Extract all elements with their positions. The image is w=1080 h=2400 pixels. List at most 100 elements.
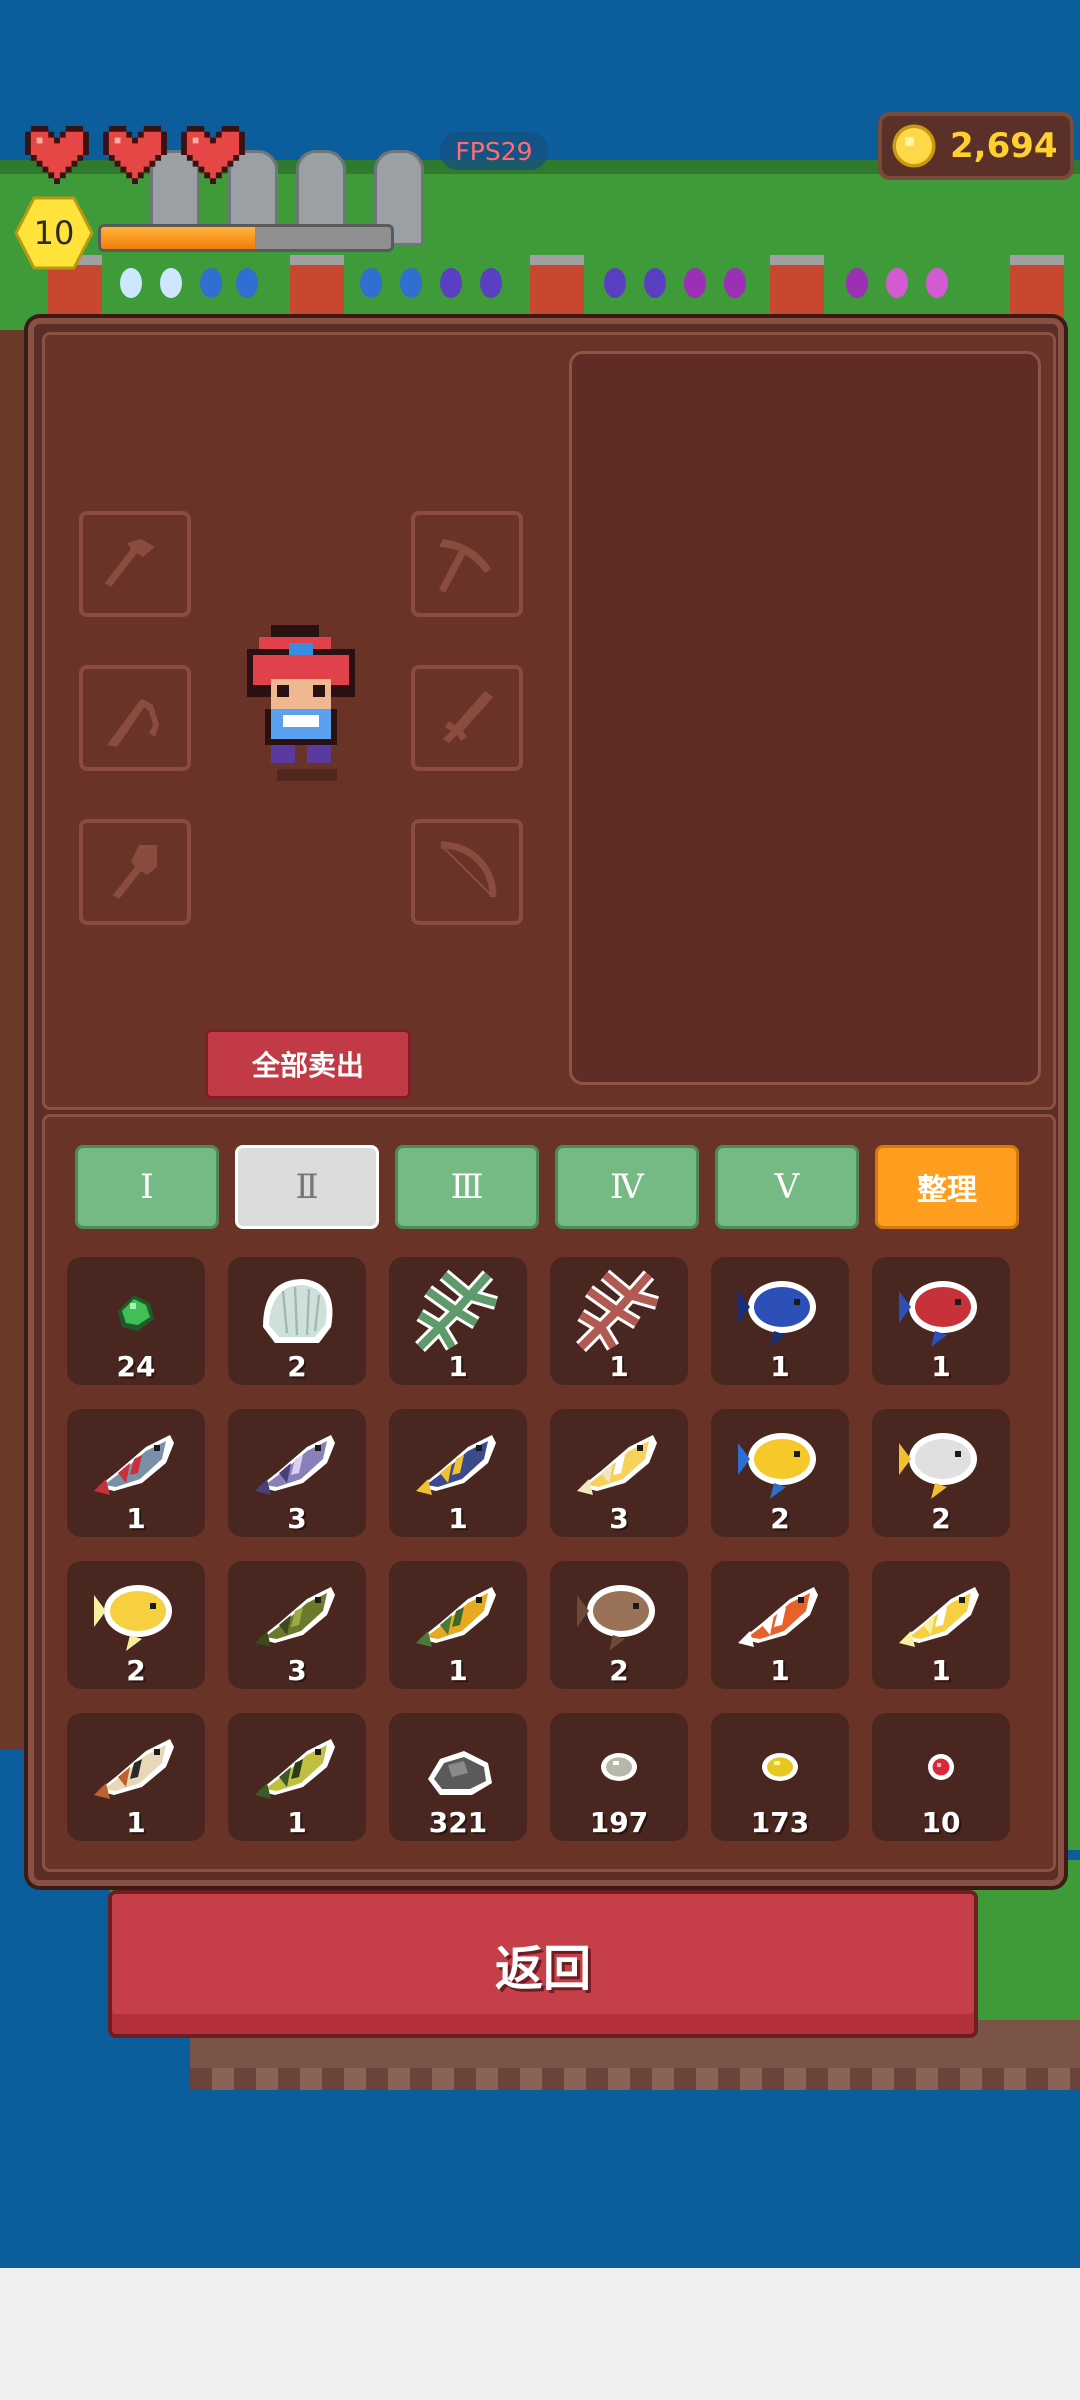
item-count: 1 bbox=[448, 1654, 468, 1687]
inventory-slot[interactable]: 2 bbox=[872, 1409, 1010, 1537]
flower bbox=[644, 268, 666, 298]
yellow-puffer-fish-icon bbox=[86, 1571, 186, 1657]
item-count: 2 bbox=[287, 1350, 307, 1383]
brown-fish-icon bbox=[569, 1571, 669, 1657]
inventory-slot[interactable]: 3 bbox=[228, 1409, 366, 1537]
sort-button[interactable]: 整理 bbox=[875, 1145, 1019, 1229]
item-count: 3 bbox=[287, 1654, 307, 1687]
flower bbox=[440, 268, 462, 298]
axe-slot[interactable] bbox=[79, 511, 191, 617]
xp-progress-bar bbox=[98, 224, 394, 252]
striped-fish-icon bbox=[86, 1723, 186, 1809]
golden-fish-icon bbox=[569, 1419, 669, 1505]
inventory-slot[interactable]: 1 bbox=[228, 1713, 366, 1841]
tab-page-2[interactable]: Ⅱ bbox=[235, 1145, 379, 1229]
wall bbox=[0, 330, 30, 1750]
flower bbox=[160, 268, 182, 298]
blue-fish-icon bbox=[730, 1267, 830, 1353]
equipment-section: 全部卖出 bbox=[42, 332, 1056, 1110]
inventory-slot[interactable]: 1 bbox=[67, 1713, 205, 1841]
inventory-slot[interactable]: 2 bbox=[228, 1257, 366, 1385]
item-count: 1 bbox=[287, 1806, 307, 1839]
item-count: 1 bbox=[126, 1502, 146, 1535]
red-fish-icon bbox=[891, 1267, 991, 1353]
swordfish-icon bbox=[86, 1419, 186, 1505]
flower bbox=[360, 268, 382, 298]
xp-progress-fill bbox=[101, 227, 255, 249]
inventory-slot[interactable]: 3 bbox=[550, 1409, 688, 1537]
flower bbox=[724, 268, 746, 298]
clownfish-icon bbox=[730, 1571, 830, 1657]
bow-icon bbox=[440, 841, 497, 898]
system-nav-bar bbox=[0, 2268, 1080, 2400]
flower bbox=[846, 268, 868, 298]
fishing-rod-slot[interactable] bbox=[79, 665, 191, 771]
item-count: 1 bbox=[770, 1350, 790, 1383]
yellow-dart-fish-icon bbox=[408, 1419, 508, 1505]
inventory-section: Ⅰ Ⅱ Ⅲ Ⅳ Ⅴ 整理 24 2 1 1 1 1 1 3 1 3 2 2 2 … bbox=[42, 1114, 1056, 1872]
inventory-slot[interactable]: 321 bbox=[389, 1713, 527, 1841]
item-count: 1 bbox=[126, 1806, 146, 1839]
item-count: 1 bbox=[448, 1502, 468, 1535]
tab-page-4[interactable]: Ⅳ bbox=[555, 1145, 699, 1229]
inventory-slot[interactable]: 2 bbox=[67, 1561, 205, 1689]
inventory-slot[interactable]: 24 bbox=[67, 1257, 205, 1385]
inventory-slot[interactable]: 173 bbox=[711, 1713, 849, 1841]
item-count: 1 bbox=[931, 1654, 951, 1687]
inventory-slot[interactable]: 1 bbox=[711, 1257, 849, 1385]
tab-page-3[interactable]: Ⅲ bbox=[395, 1145, 539, 1229]
heart-icon bbox=[24, 126, 90, 184]
sell-all-button[interactable]: 全部卖出 bbox=[205, 1029, 411, 1099]
pickaxe-icon bbox=[439, 539, 491, 593]
white-fish-icon bbox=[891, 1419, 991, 1505]
item-count: 3 bbox=[287, 1502, 307, 1535]
flower bbox=[480, 268, 502, 298]
silver-nugget-icon bbox=[569, 1723, 669, 1809]
player-character bbox=[247, 625, 355, 781]
axe-icon bbox=[105, 539, 155, 587]
inventory-slot[interactable]: 1 bbox=[389, 1409, 527, 1537]
flower bbox=[684, 268, 706, 298]
inventory-slot[interactable]: 1 bbox=[711, 1561, 849, 1689]
inventory-slot[interactable]: 1 bbox=[872, 1257, 1010, 1385]
green-gem-icon bbox=[86, 1267, 186, 1353]
item-count: 24 bbox=[116, 1350, 156, 1383]
back-button[interactable]: 返回 bbox=[108, 1890, 978, 2038]
inventory-slot[interactable]: 1 bbox=[389, 1257, 527, 1385]
fishing-rod-icon bbox=[107, 699, 159, 747]
inventory-slot[interactable]: 3 bbox=[228, 1561, 366, 1689]
item-count: 1 bbox=[609, 1350, 629, 1383]
health-hearts bbox=[24, 126, 246, 184]
tab-page-1[interactable]: Ⅰ bbox=[75, 1145, 219, 1229]
sword-slot[interactable] bbox=[411, 665, 523, 771]
item-count: 173 bbox=[750, 1806, 810, 1839]
item-count: 2 bbox=[126, 1654, 146, 1687]
tab-page-5[interactable]: Ⅴ bbox=[715, 1145, 859, 1229]
coin-amount: 2,694 bbox=[950, 126, 1058, 166]
shovel-slot[interactable] bbox=[79, 819, 191, 925]
inventory-slot[interactable]: 197 bbox=[550, 1713, 688, 1841]
gold-nugget-icon bbox=[730, 1723, 830, 1809]
inventory-slot[interactable]: 1 bbox=[389, 1561, 527, 1689]
inventory-panel: 全部卖出 Ⅰ Ⅱ Ⅲ Ⅳ Ⅴ 整理 24 2 1 1 1 1 1 3 1 3 2… bbox=[28, 318, 1064, 1886]
inventory-slot[interactable]: 1 bbox=[550, 1257, 688, 1385]
inventory-slot[interactable]: 1 bbox=[872, 1561, 1010, 1689]
level-number: 10 bbox=[33, 214, 75, 252]
item-count: 3 bbox=[609, 1502, 629, 1535]
yellow-fish-icon bbox=[891, 1571, 991, 1657]
inventory-slot[interactable]: 2 bbox=[711, 1409, 849, 1537]
inventory-slot[interactable]: 2 bbox=[550, 1561, 688, 1689]
heart-icon bbox=[180, 126, 246, 184]
shell-icon bbox=[247, 1267, 347, 1353]
sword-icon bbox=[443, 691, 493, 743]
item-count: 321 bbox=[428, 1806, 488, 1839]
inventory-slot[interactable]: 10 bbox=[872, 1713, 1010, 1841]
flower bbox=[400, 268, 422, 298]
inventory-slot[interactable]: 1 bbox=[67, 1409, 205, 1537]
red-seaweed-icon bbox=[569, 1267, 669, 1353]
item-detail-panel bbox=[569, 351, 1041, 1085]
flower bbox=[120, 268, 142, 298]
pickaxe-slot[interactable] bbox=[411, 511, 523, 617]
bow-slot[interactable] bbox=[411, 819, 523, 925]
flower bbox=[886, 268, 908, 298]
